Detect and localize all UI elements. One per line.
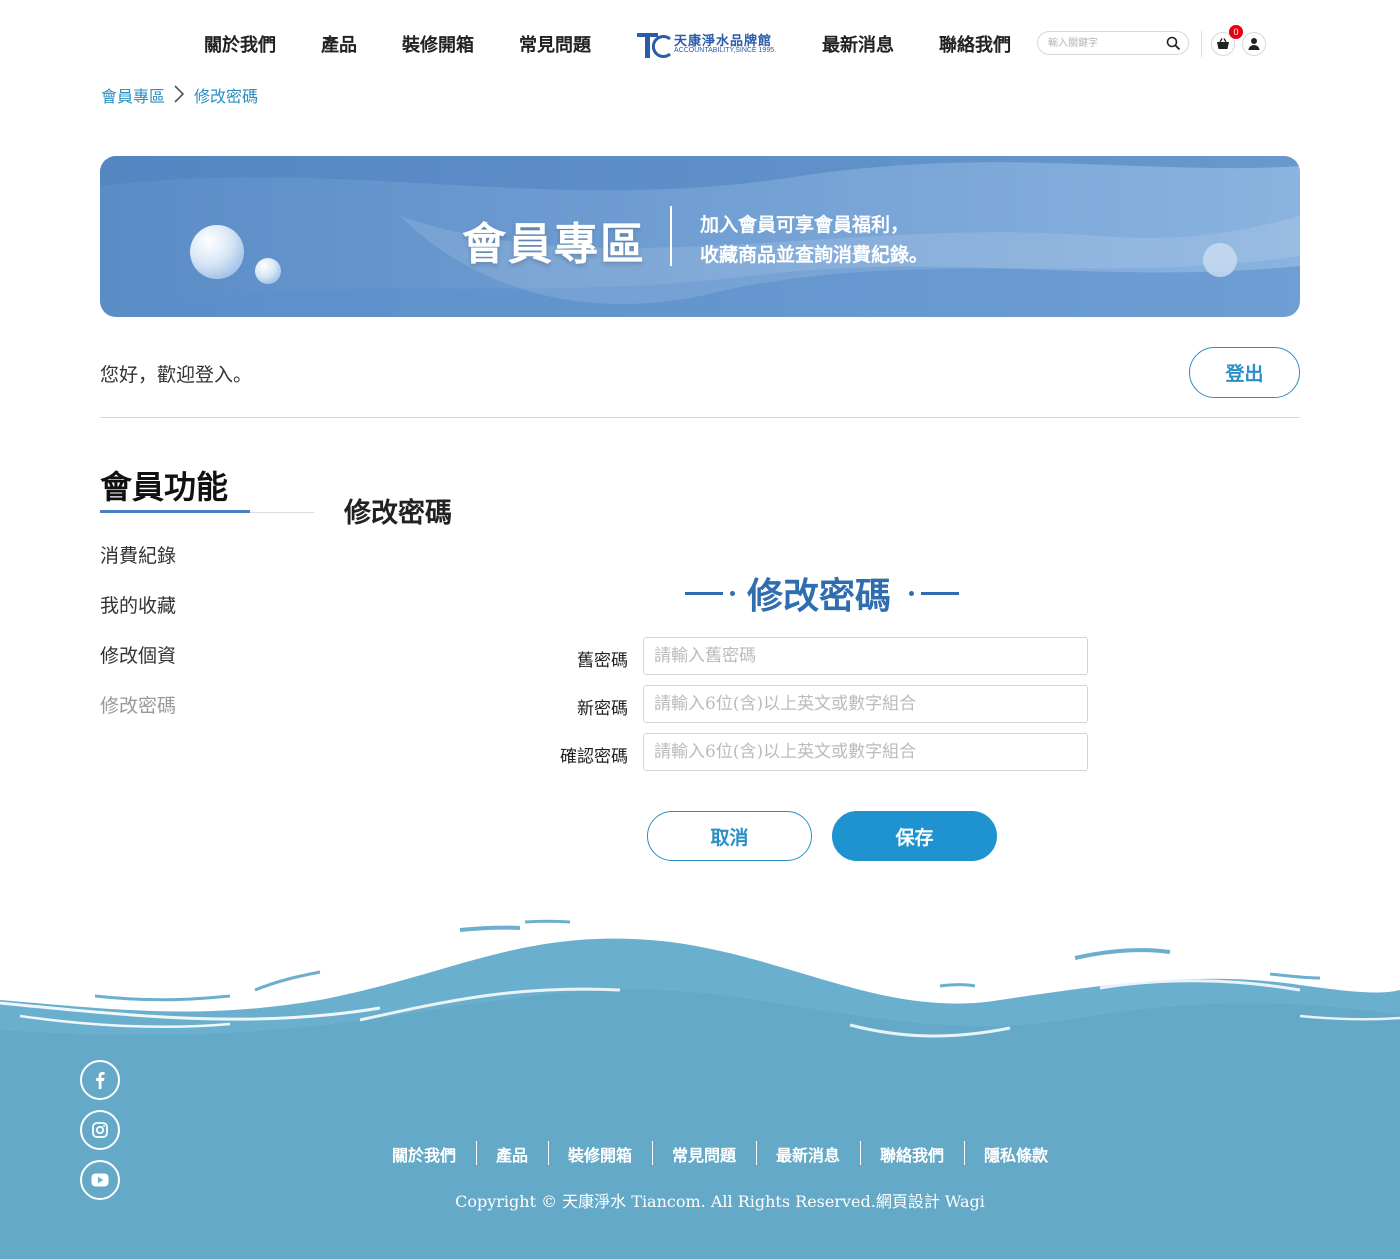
brand-logo[interactable]: 天康淨水品牌館 ACCOUNTABILITY,SINCE 1995. [636, 30, 781, 60]
bubble-decoration-right [1203, 243, 1237, 277]
user-button[interactable] [1242, 32, 1266, 56]
youtube-icon [91, 1173, 109, 1187]
nav-renovation[interactable]: 裝修開箱 [402, 31, 474, 57]
old-password-label: 舊密碼 [577, 651, 628, 671]
user-icon [1248, 38, 1260, 50]
footer-link-faq[interactable]: 常見問題 [672, 1142, 736, 1166]
banner-subtitle-line1: 加入會員可享會員福利， [700, 214, 910, 236]
old-password-field[interactable] [643, 637, 1088, 675]
breadcrumb-member-area[interactable]: 會員專區 [101, 83, 165, 107]
sidebar-title-underline [100, 510, 250, 513]
member-banner: 會員專區 加入會員可享會員福利， 收藏商品並查詢消費紀錄。 [100, 156, 1300, 317]
basket-icon [1217, 38, 1229, 49]
nav-products[interactable]: 產品 [321, 31, 357, 57]
footer-separator [756, 1141, 757, 1165]
footer-separator [548, 1141, 549, 1165]
footer-link-products[interactable]: 產品 [496, 1142, 528, 1166]
facebook-icon [96, 1072, 105, 1089]
search-icon[interactable] [1166, 36, 1181, 51]
form-heading: 修改密碼 [747, 575, 892, 617]
footer-link-about[interactable]: 關於我們 [392, 1142, 456, 1166]
breadcrumb-change-password[interactable]: 修改密碼 [194, 83, 258, 107]
banner-divider [670, 206, 672, 266]
sidebar-item-orders[interactable]: 消費紀錄 [100, 541, 176, 568]
footer-link-news[interactable]: 最新消息 [776, 1142, 840, 1166]
search-bar [1037, 31, 1189, 55]
nav-faq[interactable]: 常見問題 [519, 31, 591, 57]
sidebar-title-rule [250, 512, 314, 513]
instagram-icon [92, 1122, 108, 1138]
new-password-label: 新密碼 [577, 699, 628, 719]
confirm-password-field[interactable] [643, 733, 1088, 771]
chevron-right-icon [174, 85, 185, 103]
heading-decoration-right-dot [909, 591, 914, 596]
footer-separator [964, 1141, 965, 1165]
heading-decoration-left-dot [730, 591, 735, 596]
page-title: 修改密碼 [344, 498, 452, 529]
logo-tagline: ACCOUNTABILITY,SINCE 1995. [674, 47, 777, 54]
banner-subtitle-line2: 收藏商品並查詢消費紀錄。 [700, 244, 929, 266]
sidebar-item-password[interactable]: 修改密碼 [100, 691, 176, 718]
heading-decoration-left-line [685, 592, 723, 595]
logout-button[interactable]: 登出 [1189, 347, 1300, 398]
welcome-message: 您好，歡迎登入。 [100, 364, 253, 386]
sidebar-item-favorites[interactable]: 我的收藏 [100, 591, 176, 618]
cancel-button[interactable]: 取消 [647, 811, 812, 861]
footer-separator [476, 1141, 477, 1165]
footer-separator [860, 1141, 861, 1165]
footer-separator [652, 1141, 653, 1165]
section-divider [100, 417, 1300, 418]
facebook-button[interactable] [80, 1060, 120, 1100]
footer-link-contact[interactable]: 聯絡我們 [880, 1142, 944, 1166]
header-divider [1201, 31, 1202, 57]
nav-about[interactable]: 關於我們 [204, 31, 276, 57]
footer-link-renovation[interactable]: 裝修開箱 [568, 1142, 632, 1166]
nav-contact[interactable]: 聯絡我們 [939, 31, 1011, 57]
heading-decoration-right-line [921, 592, 959, 595]
save-button[interactable]: 保存 [832, 811, 997, 861]
confirm-password-label: 確認密碼 [560, 747, 628, 767]
cart-count-badge: 0 [1229, 25, 1243, 39]
search-input[interactable] [1048, 35, 1158, 51]
banner-title: 會員專區 [462, 219, 646, 270]
nav-news[interactable]: 最新消息 [822, 31, 894, 57]
bubble-decoration-left [190, 225, 281, 284]
tc-logo-mark [637, 33, 671, 58]
footer-link-privacy[interactable]: 隱私條款 [984, 1142, 1048, 1166]
sidebar-title: 會員功能 [100, 468, 229, 506]
copyright-text: Copyright © 天康淨水 Tiancom. All Rights Res… [455, 1192, 985, 1211]
instagram-button[interactable] [80, 1110, 120, 1150]
new-password-field[interactable] [643, 685, 1088, 723]
sidebar-item-profile[interactable]: 修改個資 [100, 641, 176, 668]
